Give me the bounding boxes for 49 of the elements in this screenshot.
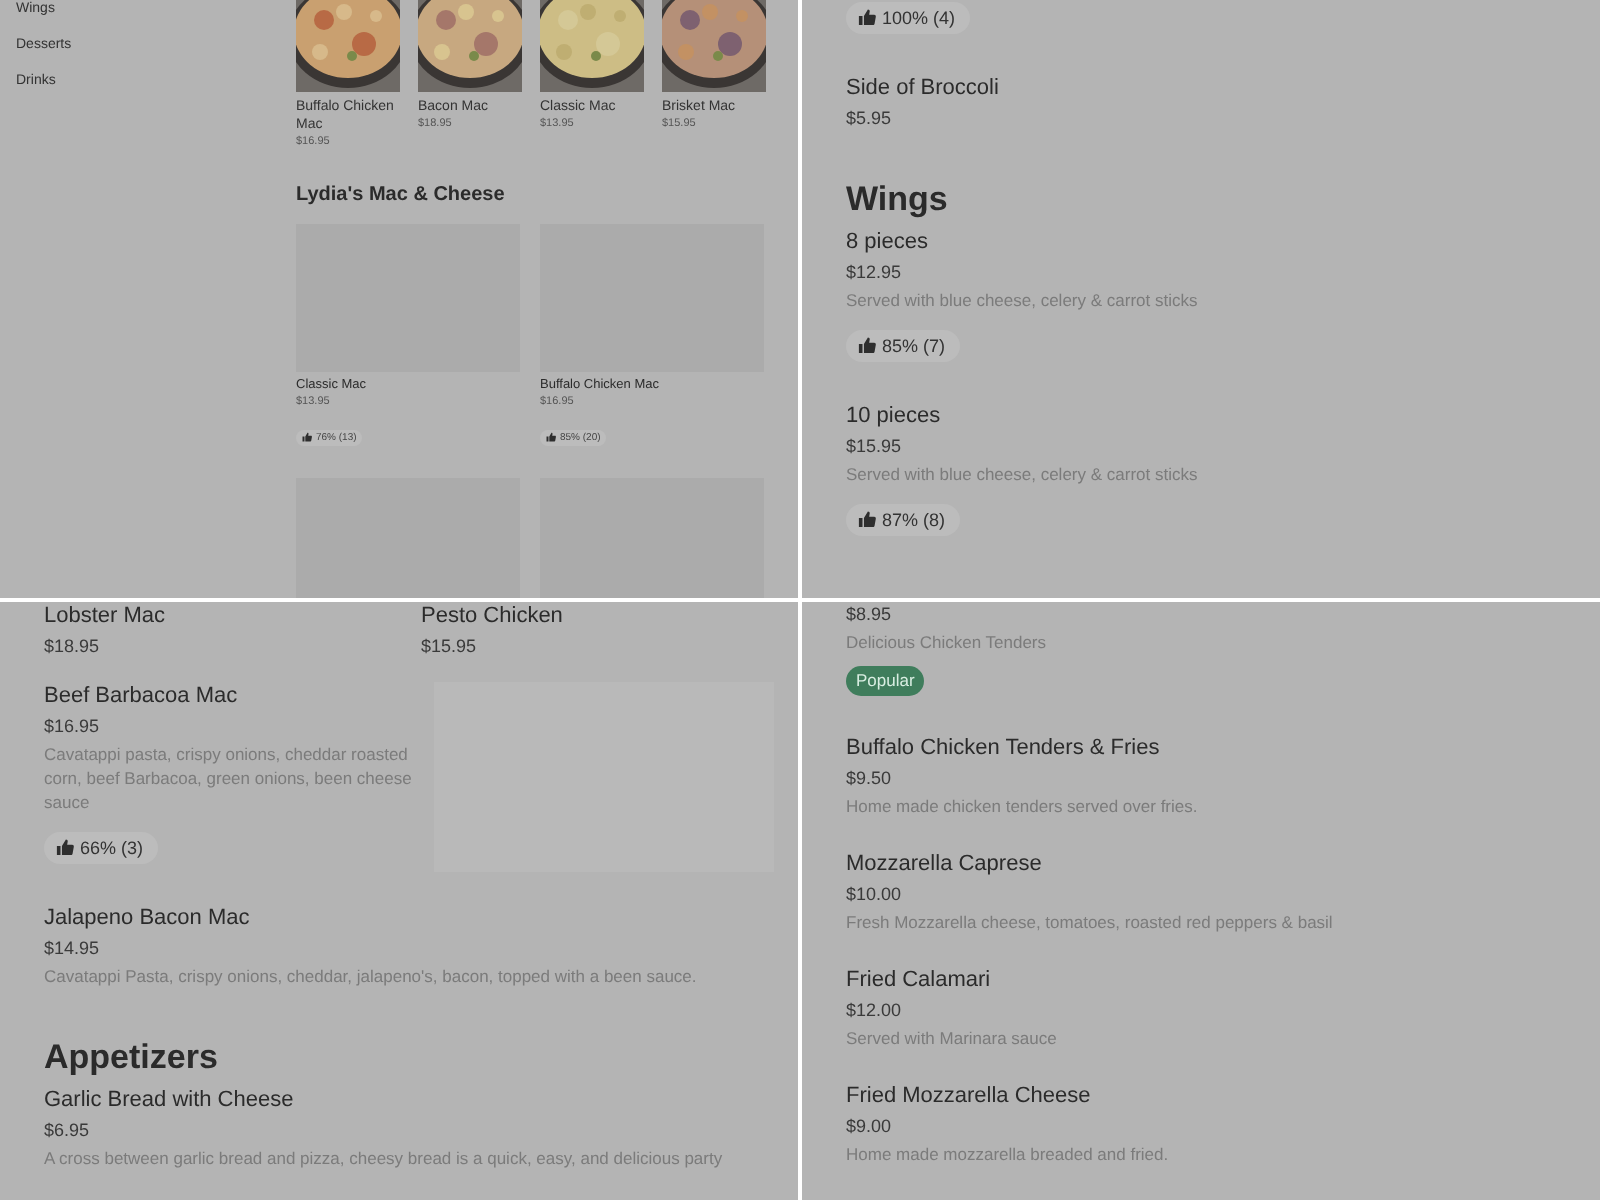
item-description: Home made mozzarella breaded and fried.: [846, 1142, 1171, 1166]
item-name: Fried Mozzarella Cheese: [846, 1082, 1091, 1110]
thumbs-up-icon: [858, 336, 876, 354]
item-description: Home made chicken tenders served over fries.: [846, 794, 1200, 818]
rating-badge: 100% (4): [846, 1, 970, 33]
item-price: $6.95: [44, 1118, 90, 1142]
item-price: $16.95: [44, 714, 100, 738]
item-price: $5.95: [846, 106, 892, 130]
item-name: Garlic Bread with Cheese: [44, 1086, 294, 1114]
section-title: Lydia's Mac & Cheese: [296, 182, 505, 210]
item-price: $12.95: [846, 260, 902, 284]
item-price: $15.95: [421, 634, 477, 658]
popular-badge: Popular: [846, 666, 925, 696]
rating-badge: 66% (3): [44, 831, 158, 863]
item-name: 8 pieces: [846, 228, 928, 256]
item-description: Served with blue cheese, celery & carrot sticks: [846, 462, 1200, 486]
item-name: 10 pieces: [846, 402, 941, 430]
item-name: Side of Broccoli: [846, 74, 999, 102]
item-name: Beef Barbacoa Mac: [44, 682, 238, 710]
thumbs-up-icon: [56, 838, 74, 856]
item-price: $12.00: [846, 998, 902, 1022]
item-price: $18.95: [44, 634, 100, 658]
item-price: $10.00: [846, 882, 902, 906]
item-name: Mozzarella Caprese: [846, 850, 1042, 878]
item-price: $8.95: [846, 602, 892, 626]
rating-badge: 85% (7): [846, 329, 960, 361]
thumbs-up-icon: [858, 510, 876, 528]
item-price: $9.50: [846, 766, 892, 790]
item-description: Served with blue cheese, celery & carrot sticks: [846, 288, 1200, 312]
item-name: Lobster Mac: [44, 602, 166, 630]
thumbs-up-icon: [858, 8, 876, 26]
item-price: $15.95: [846, 434, 902, 458]
item-price: $9.00: [846, 1114, 892, 1138]
item-name: Pesto Chicken: [421, 602, 563, 630]
rating-badge: 87% (8): [846, 503, 960, 535]
item-description: Fresh Mozzarella cheese, tomatoes, roasted red peppers & basil: [846, 910, 1335, 934]
section-heading: Wings: [846, 178, 948, 222]
item-description: Cavatappi pasta, crispy onions, cheddar roasted corn, beef Barbacoa, green onions, been cheese sauce: [44, 742, 414, 814]
item-description: Served with Marinara sauce: [846, 1026, 1059, 1050]
item-name: Jalapeno Bacon Mac: [44, 904, 250, 932]
section-heading: Appetizers: [44, 1036, 218, 1080]
item-price: $14.95: [44, 936, 100, 960]
item-description: A cross between garlic bread and pizza, cheesy bread is a quick, easy, and delicious party: [44, 1146, 725, 1170]
item-name: Fried Calamari: [846, 966, 991, 994]
item-name: Buffalo Chicken Tenders & Fries: [846, 734, 1160, 762]
thumbs-up-icon: [546, 432, 556, 442]
item-description: Delicious Chicken Tenders: [846, 630, 1049, 654]
thumbs-up-icon: [302, 432, 312, 442]
item-description: Cavatappi Pasta, crispy onions, cheddar, jalapeno's, bacon, topped with a been sauce.: [44, 964, 699, 988]
